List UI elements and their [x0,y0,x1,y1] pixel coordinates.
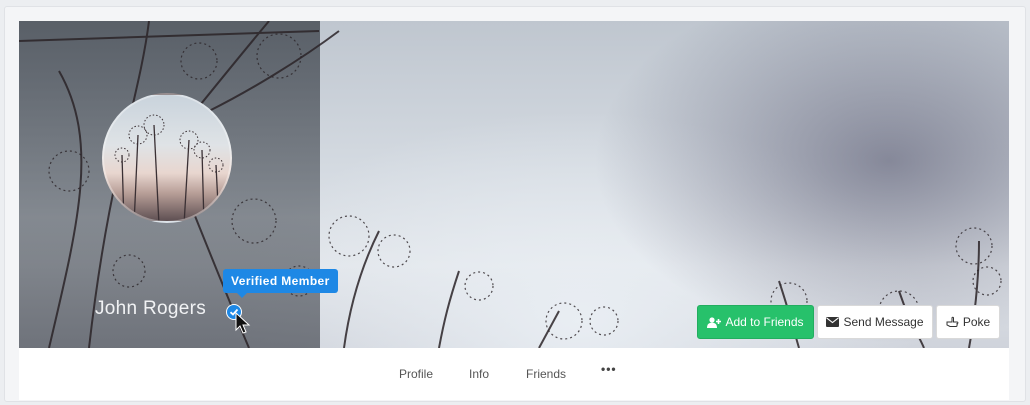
more-menu-icon[interactable]: ••• [601,362,617,376]
avatar[interactable] [102,93,232,223]
send-message-label: Send Message [843,315,924,329]
verified-tooltip: Verified Member [223,269,338,298]
mouse-pointer-icon [235,312,251,334]
pointing-hand-icon [946,316,959,327]
tab-profile[interactable]: Profile [399,367,433,381]
poke-label: Poke [962,315,991,329]
page: Verified Member John Rogers Add to Frien… [0,0,1030,405]
cover-photo: Verified Member John Rogers Add to Frien… [19,21,1009,348]
poke-button[interactable]: Poke [936,305,1000,339]
add-to-friends-label: Add to Friends [725,315,804,329]
profile-name: John Rogers [95,298,207,319]
send-message-button[interactable]: Send Message [817,305,933,339]
avatar-image [114,114,224,221]
envelope-icon [826,317,840,327]
tab-friends[interactable]: Friends [526,367,566,381]
add-to-friends-button[interactable]: Add to Friends [697,305,814,339]
user-plus-icon [707,316,722,328]
profile-nav: Profile Info Friends ••• [19,348,1009,400]
tab-info[interactable]: Info [469,367,489,381]
